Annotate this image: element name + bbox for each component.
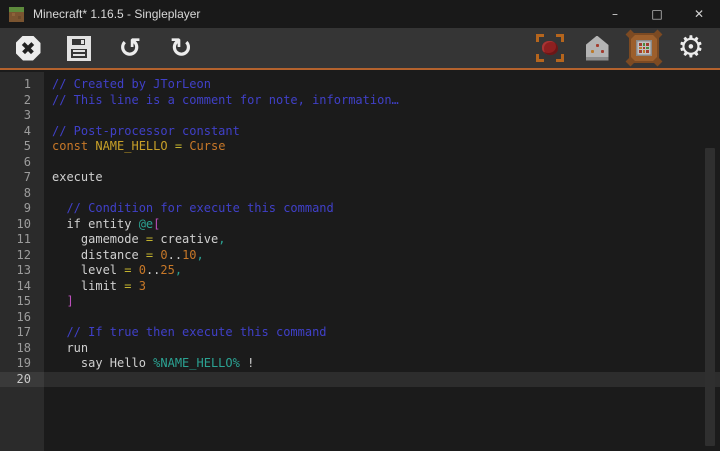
code-line xyxy=(44,186,720,202)
code-line: ] xyxy=(44,294,720,310)
editor-row[interactable]: 12 distance = 0..10, xyxy=(0,248,720,264)
crafting-frame-button[interactable] xyxy=(629,33,659,63)
editor-row[interactable]: 2// This line is a comment for note, inf… xyxy=(0,93,720,109)
window-controls: – □ ✕ xyxy=(594,0,720,28)
editor-row[interactable]: 13 level = 0..25, xyxy=(0,263,720,279)
floppy-disk-icon xyxy=(67,36,91,61)
editor-row[interactable]: 1// Created by JTorLeon xyxy=(0,77,720,93)
line-number: 6 xyxy=(0,155,44,171)
line-number: 15 xyxy=(0,294,44,310)
app-window: Minecraft* 1.16.5 - Singleplayer – □ ✕ ↺… xyxy=(0,0,720,451)
line-number: 17 xyxy=(0,325,44,341)
code-line: // If true then execute this command xyxy=(44,325,720,341)
editor-row[interactable]: 18 run xyxy=(0,341,720,357)
editor-row[interactable]: 8 xyxy=(0,186,720,202)
editor-row[interactable]: 7execute xyxy=(0,170,720,186)
code-line: if entity @e[ xyxy=(44,217,720,233)
save-button[interactable] xyxy=(64,33,94,63)
editor-row[interactable]: 11 gamemode = creative, xyxy=(0,232,720,248)
undo-button[interactable]: ↺ xyxy=(115,33,145,63)
code-line: // Post-processor constant xyxy=(44,124,720,140)
line-number: 8 xyxy=(0,186,44,202)
editor-row[interactable]: 17 // If true then execute this command xyxy=(0,325,720,341)
redstone-target-button[interactable] xyxy=(535,33,565,63)
line-number: 13 xyxy=(0,263,44,279)
window-title: Minecraft* 1.16.5 - Singleplayer xyxy=(33,7,200,21)
undo-icon: ↺ xyxy=(119,35,142,62)
code-line: distance = 0..10, xyxy=(44,248,720,264)
maximize-button[interactable]: □ xyxy=(636,0,678,28)
line-number: 9 xyxy=(0,201,44,217)
line-number: 14 xyxy=(0,279,44,295)
editor-row[interactable]: 20 xyxy=(0,372,720,388)
line-number: 11 xyxy=(0,232,44,248)
minimize-button[interactable]: – xyxy=(594,0,636,28)
vertical-scrollbar[interactable] xyxy=(705,148,715,446)
redstone-target-icon xyxy=(536,34,564,62)
code-line xyxy=(44,372,720,388)
settings-button[interactable]: ⚙ xyxy=(676,33,706,63)
editor-row[interactable]: 5const NAME_HELLO = Curse xyxy=(0,139,720,155)
editor-row[interactable]: 3 xyxy=(0,108,720,124)
line-number: 20 xyxy=(0,372,44,388)
house-structure-icon xyxy=(586,36,609,61)
code-line: run xyxy=(44,341,720,357)
toolbar: ↺ ↻ xyxy=(0,28,720,70)
redo-button[interactable]: ↻ xyxy=(166,33,196,63)
editor-row[interactable]: 14 limit = 3 xyxy=(0,279,720,295)
editor-row[interactable]: 9 // Condition for execute this command xyxy=(0,201,720,217)
editor-row[interactable]: 4// Post-processor constant xyxy=(0,124,720,140)
line-number: 4 xyxy=(0,124,44,140)
structure-button[interactable] xyxy=(582,33,612,63)
line-number: 3 xyxy=(0,108,44,124)
stop-octagon-x-icon xyxy=(16,36,41,61)
editor-row[interactable]: 19 say Hello %NAME_HELLO% ! xyxy=(0,356,720,372)
editor-row[interactable]: 16 xyxy=(0,310,720,326)
code-line: // Created by JTorLeon xyxy=(44,77,720,93)
crafting-frame-icon xyxy=(629,33,659,63)
line-number: 16 xyxy=(0,310,44,326)
code-line: limit = 3 xyxy=(44,279,720,295)
code-line: execute xyxy=(44,170,720,186)
line-number: 10 xyxy=(0,217,44,233)
line-number: 1 xyxy=(0,77,44,93)
line-number: 5 xyxy=(0,139,44,155)
editor-rows: 1// Created by JTorLeon2// This line is … xyxy=(0,77,720,387)
line-number: 18 xyxy=(0,341,44,357)
code-line: say Hello %NAME_HELLO% ! xyxy=(44,356,720,372)
toolbar-right-group: ⚙ xyxy=(535,33,720,63)
line-number: 7 xyxy=(0,170,44,186)
line-number: 19 xyxy=(0,356,44,372)
editor-row[interactable]: 6 xyxy=(0,155,720,171)
line-number: 12 xyxy=(0,248,44,264)
code-editor[interactable]: 1// Created by JTorLeon2// This line is … xyxy=(0,72,720,451)
code-line xyxy=(44,108,720,124)
code-line: level = 0..25, xyxy=(44,263,720,279)
code-line: // Condition for execute this command xyxy=(44,201,720,217)
redo-icon: ↻ xyxy=(170,35,193,62)
code-line: gamemode = creative, xyxy=(44,232,720,248)
minecraft-grass-block-icon xyxy=(9,7,24,22)
code-line: // This line is a comment for note, info… xyxy=(44,93,720,109)
code-line xyxy=(44,155,720,171)
editor-row[interactable]: 10 if entity @e[ xyxy=(0,217,720,233)
code-line: const NAME_HELLO = Curse xyxy=(44,139,720,155)
editor-row[interactable]: 15 ] xyxy=(0,294,720,310)
code-line xyxy=(44,310,720,326)
title-bar: Minecraft* 1.16.5 - Singleplayer – □ ✕ xyxy=(0,0,720,28)
toolbar-left-group: ↺ ↻ xyxy=(0,33,196,63)
gear-icon: ⚙ xyxy=(678,33,705,63)
line-number: 2 xyxy=(0,93,44,109)
close-button[interactable]: ✕ xyxy=(678,0,720,28)
stop-button[interactable] xyxy=(13,33,43,63)
